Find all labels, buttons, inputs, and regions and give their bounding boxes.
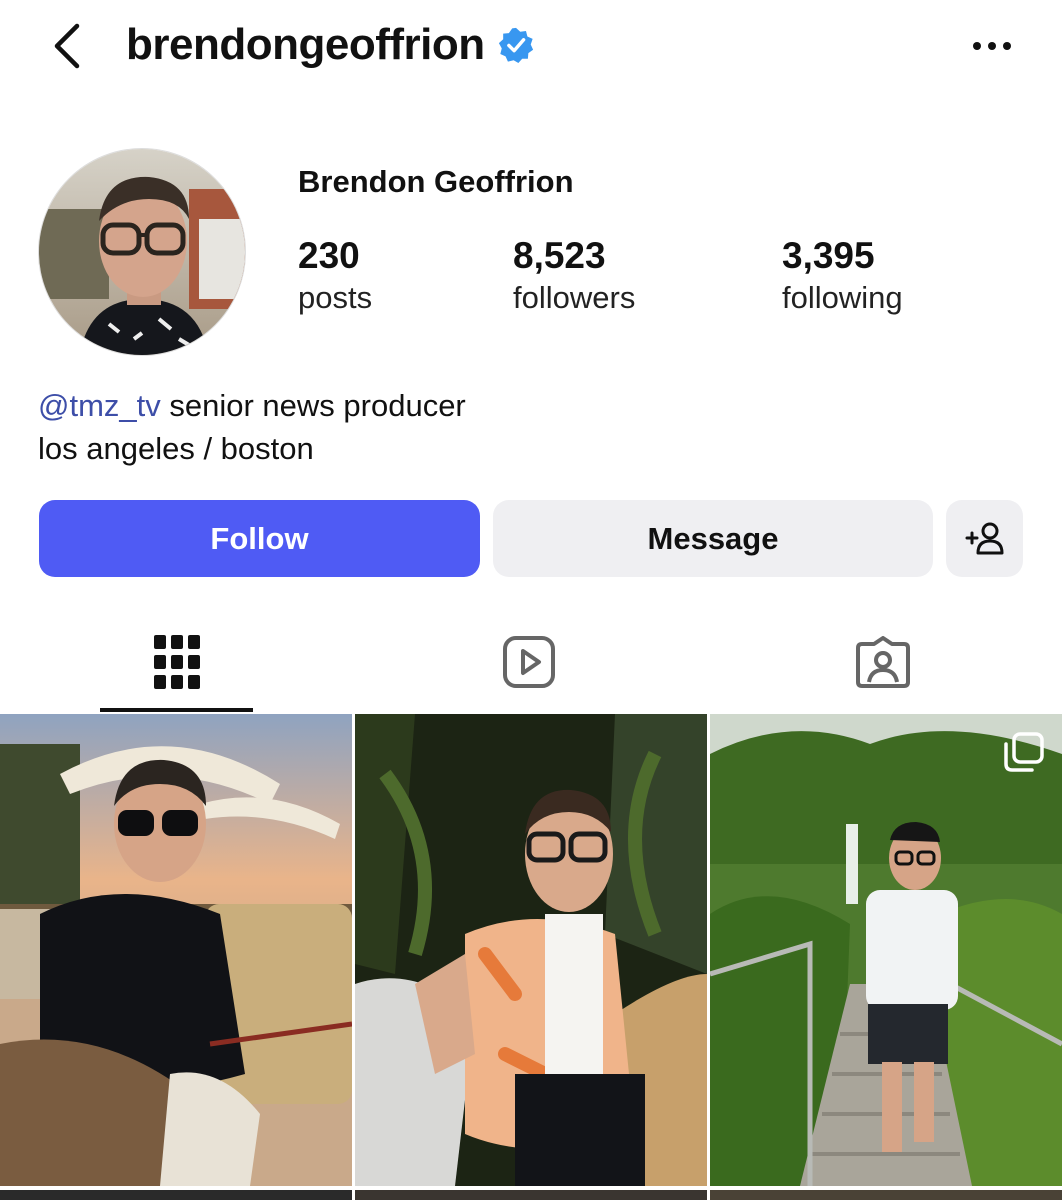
bio-mention-link[interactable]: @tmz_tv	[38, 388, 161, 423]
profile-bio: @tmz_tv senior news producer los angeles…	[38, 384, 466, 470]
tagged-icon	[855, 636, 910, 688]
bio-line-2: los angeles / boston	[38, 431, 314, 466]
avatar-photo	[39, 149, 245, 355]
suggested-users-button[interactable]	[946, 500, 1023, 577]
post-photo-rooftop	[0, 714, 352, 1186]
selected-tab-indicator	[100, 708, 253, 712]
followers-stat[interactable]: 8,523 followers	[513, 234, 635, 318]
tab-tagged[interactable]	[806, 610, 959, 714]
message-button-label: Message	[647, 520, 779, 556]
follow-button-label: Follow	[210, 520, 309, 556]
chevron-left-icon	[54, 23, 80, 69]
grid-icon	[153, 635, 200, 689]
bio-line-1-text: senior news producer	[160, 388, 466, 423]
following-stat[interactable]: 3,395 following	[782, 234, 903, 318]
followers-count: 8,523	[513, 235, 606, 276]
carousel-icon	[1004, 732, 1044, 772]
profile-tabs	[0, 610, 1062, 714]
profile-avatar[interactable]	[38, 148, 246, 356]
following-label: following	[782, 280, 903, 315]
post-thumbnail[interactable]	[0, 714, 352, 1186]
tab-reels[interactable]	[452, 610, 605, 714]
follow-button[interactable]: Follow	[39, 500, 480, 577]
posts-count: 230	[298, 235, 360, 276]
back-button[interactable]	[40, 18, 92, 74]
post-thumbnail[interactable]	[710, 714, 1062, 1186]
reels-icon	[502, 636, 555, 688]
posts-grid	[0, 714, 1062, 1200]
post-thumbnail-row-partial	[355, 1190, 707, 1200]
username-text: brendongeoffrion	[126, 20, 485, 69]
message-button[interactable]: Message	[493, 500, 933, 577]
post-photo-jungle-trail	[710, 714, 1062, 1186]
post-thumbnail-row-partial	[710, 1190, 1062, 1200]
post-thumbnail-row-partial	[0, 1190, 352, 1200]
add-person-icon	[965, 522, 1003, 554]
post-photo-night	[355, 714, 707, 1186]
posts-label: posts	[298, 280, 373, 315]
profile-username-header: brendongeoffrion	[126, 14, 535, 76]
post-thumbnail[interactable]	[355, 714, 707, 1186]
verified-badge-icon	[498, 27, 533, 64]
more-options-button[interactable]	[962, 26, 1022, 66]
bio-line-1: @tmz_tv senior news producer	[38, 384, 466, 427]
tab-posts-grid[interactable]	[100, 610, 253, 714]
display-name: Brendon Geoffrion	[298, 164, 574, 199]
top-nav-bar: brendongeoffrion	[0, 0, 1062, 90]
posts-stat[interactable]: 230 posts	[298, 234, 372, 318]
following-count: 3,395	[782, 235, 875, 276]
followers-label: followers	[513, 280, 636, 315]
more-horizontal-icon	[973, 42, 1011, 50]
